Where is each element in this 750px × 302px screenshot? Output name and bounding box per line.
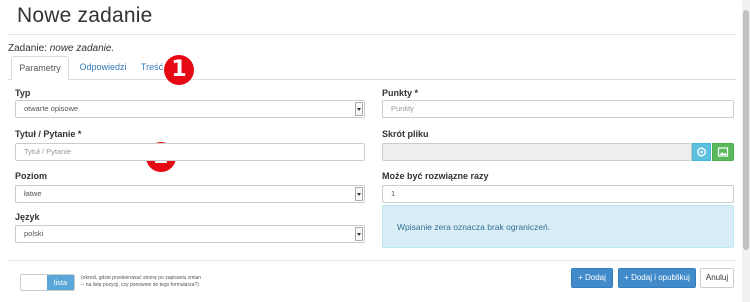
tab-parametry[interactable]: Parametry (11, 56, 69, 81)
chevron-down-icon (355, 227, 363, 241)
punkty-label: Punkty * (382, 88, 419, 98)
typ-label: Typ (15, 88, 31, 98)
poziom-select-value: łatwe (24, 189, 42, 198)
task-prefix: Zadanie: (8, 43, 47, 54)
jezyk-label: Język (15, 212, 40, 222)
circle-arrow-icon (696, 147, 706, 157)
poziom-select[interactable]: łatwe (15, 185, 365, 203)
annotation-marker-1: 1 (164, 55, 194, 85)
typ-select[interactable]: otwarte opisowe (15, 100, 365, 118)
chevron-down-icon (355, 102, 363, 116)
rozwiazania-label: Może być rozwiązne razy (382, 171, 489, 181)
cancel-button[interactable]: Anuluj (700, 268, 734, 288)
task-caption: Zadanie: nowe zadanie. (8, 43, 114, 54)
scrollbar-thumb[interactable] (743, 10, 749, 250)
toggle-label: lista (47, 275, 74, 290)
toggle-note: (określ, gdzie przekierować stronę po za… (81, 275, 221, 288)
punkty-input[interactable]: Punkty (382, 100, 734, 118)
skrot-input (382, 143, 692, 161)
image-icon (717, 147, 729, 157)
skrot-label: Skrót pliku (382, 129, 429, 139)
toggle-note-line-2: -- na listę pozycji, czy ponownie do teg… (81, 281, 199, 288)
page-title: Nowe zadanie (17, 4, 153, 27)
toggle-note-line-1: (określ, gdzie przekierować stronę po za… (81, 275, 202, 281)
jezyk-select[interactable]: polski (15, 225, 365, 243)
rozwiazania-input[interactable]: 1 (382, 185, 734, 203)
tab-bar: Parametry Odpowiedzi Treść (8, 56, 736, 81)
add-publish-button[interactable]: + Dodaj i opublikuj (618, 268, 696, 288)
typ-select-value: otwarte opisowe (24, 104, 79, 113)
info-alert: Wpisanie zera oznacza brak ograniczeń. (382, 205, 734, 248)
tytul-label: Tytuł / Pytanie * (15, 129, 82, 139)
scrollbar[interactable] (742, 0, 750, 302)
tytul-input[interactable]: Tytuł / Pytanie (15, 143, 365, 161)
jezyk-select-value: polski (24, 229, 44, 238)
redirect-toggle[interactable]: lista (20, 274, 75, 291)
image-picker-button[interactable] (712, 143, 734, 161)
title-divider (8, 34, 736, 35)
chevron-down-icon (355, 187, 363, 201)
footer-divider (8, 260, 736, 261)
task-name: nowe zadanie. (49, 43, 115, 54)
tab-odpowiedzi[interactable]: Odpowiedzi (71, 56, 135, 80)
add-button[interactable]: + Dodaj (571, 268, 613, 288)
file-picker-button[interactable] (692, 143, 711, 161)
poziom-label: Poziom (15, 171, 48, 181)
